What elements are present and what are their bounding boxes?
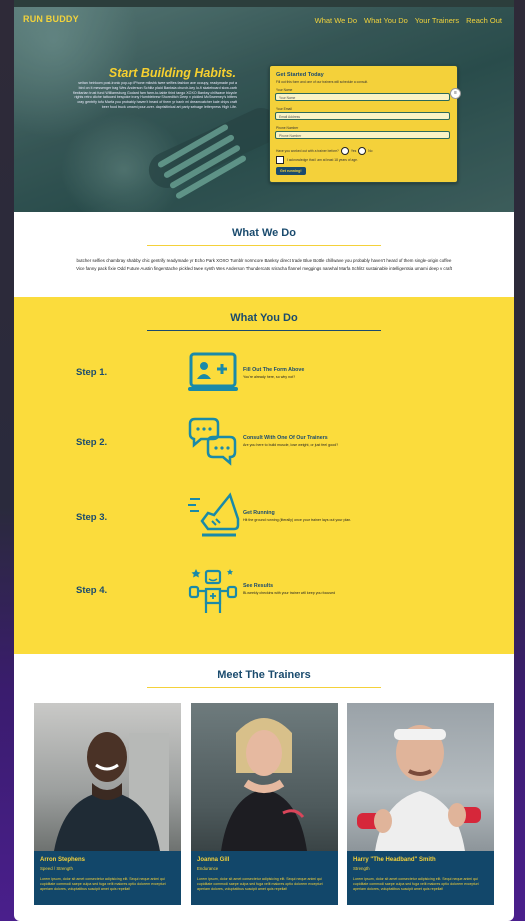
trainer-card: Joanna Gill Endurance Lorem ipsum, dolor…: [191, 703, 338, 905]
form-icon: [188, 352, 238, 391]
hero-text-tail: daprisitinical art party selvage letterp…: [155, 104, 237, 109]
what-you-do-section: What You Do Step 1. Fill Out The Form Ab…: [14, 297, 514, 654]
age-checkbox-label: I acknowledge that I am at least 18 year…: [287, 158, 358, 162]
name-label: Your Name: [276, 88, 293, 92]
what-you-do-divider: [147, 330, 381, 331]
trainer-card: Harry "The Headband" Smith Strength Lore…: [347, 703, 494, 905]
nav-link-what-you-do[interactable]: What You Do: [364, 16, 408, 25]
trainer-name: Arron Stephens: [40, 857, 86, 863]
trainer-photo-art: [54, 732, 169, 851]
trainer-photo: [34, 703, 181, 851]
hero-background-shape: [142, 102, 286, 194]
hero-title: Start Building Habits.: [108, 66, 236, 80]
radio-no-label: No: [368, 149, 373, 153]
radio-yes-label: Yes: [350, 149, 357, 153]
step-4-label: Step 4.: [76, 585, 108, 596]
hero-section: RUN BUDDY What We Do What You Do Your Tr…: [14, 0, 514, 212]
phone-input[interactable]: Phone Number: [275, 131, 450, 139]
step-1-label: Step 1.: [76, 367, 108, 378]
trainer-photo-art: [357, 725, 481, 851]
form-subtitle: Fill out this form and one of our traine…: [276, 80, 368, 84]
step-2-title: Consult With One Of Our Trainers: [243, 435, 328, 441]
trainers-title: Meet The Trainers: [217, 669, 311, 681]
trainer-bio: Lorem ipsum, dolor sit amet consectetur …: [197, 877, 323, 891]
scroll-handle-icon[interactable]: ≡: [450, 88, 461, 99]
trainer-question-label: Have you worked out with a trainer befor…: [276, 149, 339, 153]
chat-icon: [188, 417, 237, 466]
trainer-caption: Joanna Gill Endurance Lorem ipsum, dolor…: [191, 851, 338, 905]
name-input[interactable]: Your Name: [275, 93, 450, 101]
age-checkbox[interactable]: [276, 156, 284, 164]
nav-link-reach-out[interactable]: Reach Out: [466, 16, 502, 25]
nav-link-your-trainers[interactable]: Your Trainers: [415, 16, 459, 25]
trainer-name: Joanna Gill: [197, 857, 230, 863]
trainer-name: Harry "The Headband" Smith: [353, 857, 436, 863]
brand-logo[interactable]: RUN BUDDY: [23, 14, 79, 24]
what-you-do-title: What You Do: [230, 312, 298, 324]
trainer-specialty: Speed / Strength: [40, 866, 73, 871]
trainers-divider: [147, 687, 381, 688]
step-3-title: Get Running: [243, 510, 275, 516]
main-nav: What We Do What You Do Your Trainers Rea…: [315, 16, 502, 25]
step-2-desc: Are you here to build muscle, lose weigh…: [243, 443, 339, 447]
trainer-caption: Arron Stephens Speed / Strength Lorem ip…: [34, 851, 181, 905]
hero-text: seitan heirloom post-ironic pop-up iPhon…: [72, 81, 237, 110]
age-acknowledgement: I acknowledge that I am at least 18 year…: [276, 156, 358, 164]
what-we-do-title: What We Do: [232, 227, 296, 239]
nav-link-what-we-do[interactable]: What We Do: [315, 16, 357, 25]
submit-button[interactable]: Get running!: [276, 167, 306, 175]
what-we-do-text: butcher selfies chambray shabby chic gen…: [76, 258, 452, 271]
flex-icon: [188, 569, 238, 613]
what-we-do-section: What We Do butcher selfies chambray shab…: [14, 212, 514, 297]
page: RUN BUDDY What We Do What You Do Your Tr…: [14, 0, 514, 921]
trainer-photo: [191, 703, 338, 851]
email-label: Your Email: [276, 107, 292, 111]
top-bar: [14, 0, 514, 7]
hero-background-stripes: [156, 123, 251, 206]
step-3-label: Step 3.: [76, 512, 108, 523]
running-shoe-icon: [188, 492, 240, 537]
trainer-specialty: Endurance: [197, 866, 219, 871]
trainer-question: Have you worked out with a trainer befor…: [276, 147, 372, 155]
trainers-section: Meet The Trainers Arron Stephens Speed /…: [14, 654, 514, 921]
trainer-specialty: Strength: [353, 866, 370, 871]
trainer-photo: [347, 703, 494, 851]
trainer-card: Arron Stephens Speed / Strength Lorem ip…: [34, 703, 181, 905]
step-2-label: Step 2.: [76, 437, 108, 448]
signup-form: Get Started Today Fill out this form and…: [269, 65, 461, 183]
radio-yes[interactable]: [340, 147, 349, 155]
what-we-do-divider: [147, 245, 381, 246]
trainer-bio: Lorem ipsum, dolor sit amet consectetur …: [40, 877, 166, 891]
step-1-desc: You're already here, so why not?: [243, 375, 296, 379]
radio-no[interactable]: [358, 147, 367, 155]
step-1-title: Fill Out The Form Above: [243, 367, 305, 373]
step-4-title: See Results: [243, 583, 274, 589]
trainer-bio: Lorem ipsum, dolor sit amet consectetur …: [353, 877, 479, 891]
form-title: Get Started Today: [276, 72, 324, 78]
email-input[interactable]: Email Address: [275, 112, 450, 120]
step-4-desc: Bi-weekly checkins with your trainer wil…: [243, 591, 336, 595]
trainer-caption: Harry "The Headband" Smith Strength Lore…: [347, 851, 494, 905]
trainer-photo-art: [221, 718, 307, 851]
phone-label: Phone Number: [276, 126, 299, 130]
step-3-desc: Hit the ground running (literally) once …: [243, 518, 352, 522]
